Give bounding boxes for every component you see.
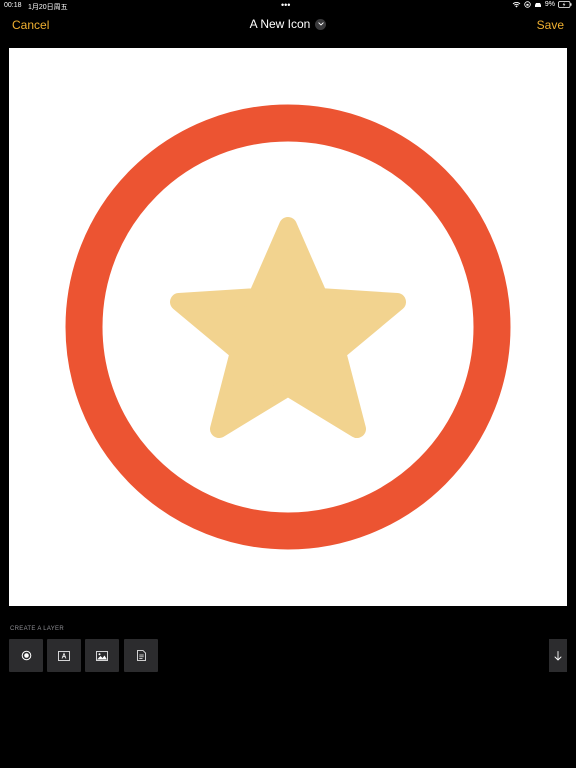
scroll-down-button[interactable] (549, 639, 567, 672)
wifi-icon (512, 2, 521, 8)
add-shape-layer-button[interactable] (9, 639, 43, 672)
status-time: 00:18 (4, 2, 22, 9)
status-bar: 00:18 1月20日周五 ••• 9% (0, 0, 576, 12)
create-layer-label: CREATE A LAYER (10, 626, 64, 632)
add-document-layer-button[interactable] (124, 639, 158, 672)
save-button[interactable]: Save (537, 18, 564, 32)
navigation-bar: Cancel A New Icon Save (0, 12, 576, 42)
page-title: A New Icon (249, 17, 311, 31)
car-icon (534, 2, 541, 7)
status-date: 1月20日周五 (28, 4, 68, 11)
document-layer-icon (136, 650, 146, 661)
battery-charging-icon (558, 1, 572, 8)
title-dropdown-button[interactable] (315, 18, 327, 30)
add-text-layer-button[interactable] (47, 639, 81, 672)
chevron-down-icon (318, 22, 324, 26)
add-image-layer-button[interactable] (85, 639, 119, 672)
orientation-lock-icon (524, 1, 531, 8)
star-layer[interactable] (170, 217, 406, 438)
battery-percentage: 9% (544, 1, 555, 8)
shape-layer-icon (21, 650, 31, 661)
icon-canvas[interactable] (9, 48, 567, 606)
status-right: 9% (512, 1, 572, 8)
image-layer-icon (96, 650, 108, 661)
title-menu[interactable]: A New Icon (0, 17, 576, 31)
arrow-down-icon (554, 650, 562, 660)
text-layer-icon (58, 650, 70, 661)
multitasking-dots[interactable]: ••• (281, 0, 290, 10)
icon-preview (65, 104, 511, 550)
